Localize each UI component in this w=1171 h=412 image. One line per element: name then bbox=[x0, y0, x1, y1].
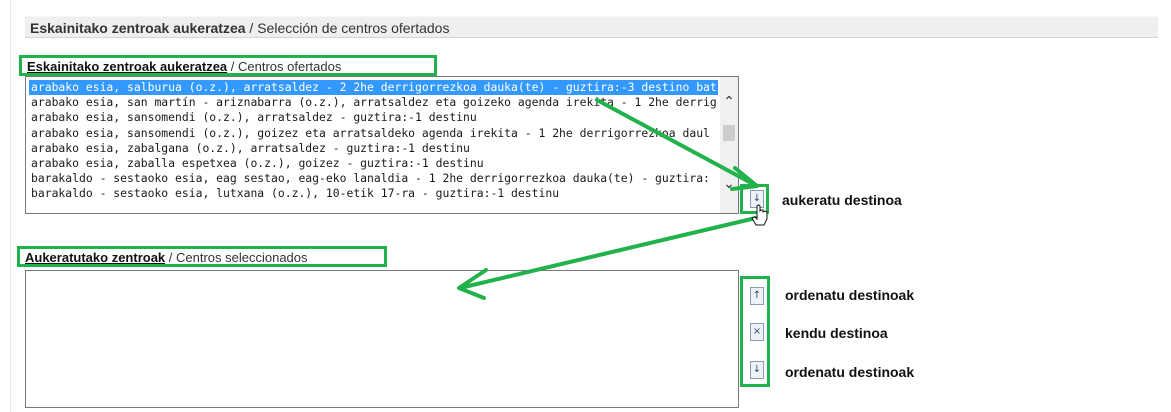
remove-destination-button[interactable]: × bbox=[750, 323, 764, 341]
selected-label-highlight bbox=[17, 246, 387, 267]
offered-list-scrollbar[interactable]: ⌃ ⌄ bbox=[720, 77, 738, 213]
offered-center-option[interactable]: arabako esia, zabalgana (o.z.), arratsal… bbox=[29, 141, 718, 156]
select-destination-button[interactable]: ↓ bbox=[750, 190, 764, 208]
move-down-icon: ↓ bbox=[752, 193, 762, 204]
section-header: Eskainitako zentroak aukeratzea / Selecc… bbox=[25, 16, 1158, 38]
move-up-button[interactable]: ↑ bbox=[750, 287, 764, 305]
order-down-label: ordenatu destinoak bbox=[785, 364, 915, 380]
offered-center-option[interactable]: arabako esia, sansomendi (o.z.), goizez … bbox=[29, 126, 718, 141]
move-down-button[interactable]: ↓ bbox=[750, 361, 764, 379]
move-up-icon: ↑ bbox=[752, 290, 762, 301]
move-down-icon: ↓ bbox=[752, 364, 762, 375]
selected-centers-listbox[interactable] bbox=[25, 270, 739, 408]
offered-center-option[interactable]: barakaldo - sestaoko esia, eag sestao, e… bbox=[29, 171, 718, 186]
page-left-rule bbox=[10, 0, 11, 412]
scroll-down-icon[interactable]: ⌄ bbox=[720, 175, 738, 193]
offered-center-option[interactable]: barakaldo - sestaoko esia, lutxana (o.z.… bbox=[29, 186, 718, 201]
offered-centers-listbox[interactable]: arabako esia, salburua (o.z.), arratsald… bbox=[25, 76, 739, 214]
scrollbar-thumb[interactable] bbox=[723, 125, 735, 141]
scroll-up-icon[interactable]: ⌃ bbox=[720, 93, 738, 111]
remove-destination-label: kendu destinoa bbox=[785, 325, 888, 341]
order-up-label: ordenatu destinoak bbox=[785, 287, 915, 303]
section-header-subtitle: / Selección de centros ofertados bbox=[245, 20, 450, 36]
offered-center-option[interactable]: arabako esia, zaballa espetxea (o.z.), g… bbox=[29, 156, 718, 171]
remove-x-icon: × bbox=[752, 326, 762, 337]
offered-centers-rows: arabako esia, salburua (o.z.), arratsald… bbox=[29, 80, 718, 202]
offered-center-option[interactable]: arabako esia, sansomendi (o.z.), arratsa… bbox=[29, 110, 718, 125]
section-header-title: Eskainitako zentroak aukeratzea bbox=[30, 20, 246, 36]
offered-center-option[interactable]: arabako esia, san martín - ariznabarra (… bbox=[29, 95, 718, 110]
offered-center-option[interactable]: arabako esia, salburua (o.z.), arratsald… bbox=[29, 80, 718, 96]
select-destination-label: aukeratu destinoa bbox=[782, 192, 902, 208]
offered-label-highlight bbox=[19, 55, 437, 76]
